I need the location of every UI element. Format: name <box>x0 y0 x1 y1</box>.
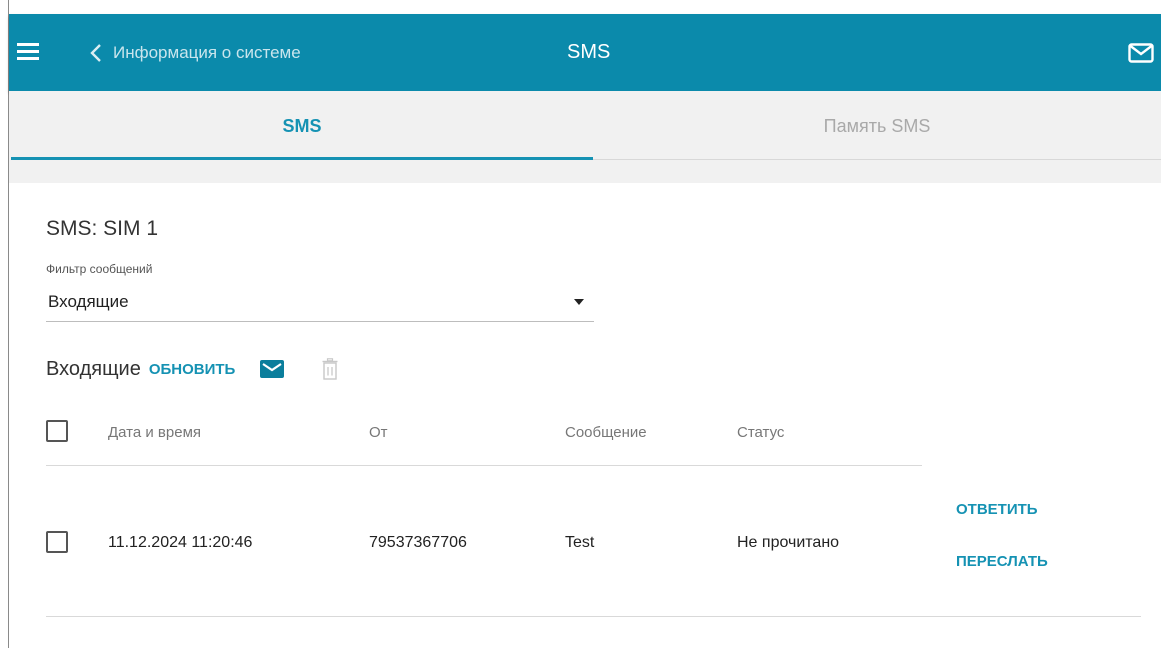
sim-title: SMS: SIM 1 <box>46 217 159 240</box>
inbox-toolbar: Входящие ОБНОВИТЬ <box>46 354 338 384</box>
column-header-status: Статус <box>737 424 785 441</box>
cell-message: Test <box>565 534 595 551</box>
forward-button[interactable]: ПЕРЕСЛАТЬ <box>956 553 1048 570</box>
window-edge <box>0 0 9 648</box>
cell-from: 79537367706 <box>369 534 467 551</box>
column-header-date: Дата и время <box>108 424 202 441</box>
reply-button[interactable]: ОТВЕТИТЬ <box>956 501 1038 518</box>
page-title: SMS <box>567 41 611 63</box>
select-all-checkbox[interactable] <box>46 420 68 442</box>
tabs-bar: SMS Память SMS <box>9 91 1161 183</box>
delete-icon[interactable] <box>322 358 338 380</box>
column-header-from: От <box>369 424 388 441</box>
menu-icon[interactable] <box>17 43 39 61</box>
active-tab-indicator <box>11 157 593 160</box>
main-content: SMS: SIM 1 Фильтр сообщений Входящие Вхо… <box>10 183 1161 648</box>
new-message-icon[interactable] <box>260 360 285 378</box>
refresh-button[interactable]: ОБНОВИТЬ <box>149 361 236 378</box>
filter-label: Фильтр сообщений <box>46 262 153 276</box>
back-link[interactable]: Информация о системе <box>89 38 301 68</box>
cell-date: 11.12.2024 11:20:46 <box>108 534 253 551</box>
mail-icon[interactable] <box>1128 43 1154 63</box>
column-header-message: Сообщение <box>565 424 647 441</box>
dropdown-arrow-icon <box>574 299 584 305</box>
row-checkbox[interactable] <box>46 531 68 553</box>
back-link-label: Информация о системе <box>113 43 301 62</box>
cell-status: Не прочитано <box>737 534 840 551</box>
tab-sms-memory[interactable]: Память SMS <box>593 91 1161 161</box>
tab-sms[interactable]: SMS <box>11 91 593 161</box>
table-header-divider <box>46 465 922 466</box>
app-header: Информация о системе SMS <box>9 14 1161 91</box>
message-filter-select[interactable]: Входящие <box>46 283 594 322</box>
filter-selected-value: Входящие <box>48 292 129 311</box>
table-row-divider <box>46 616 1141 617</box>
tab-divider <box>593 159 1161 160</box>
section-title: Входящие <box>46 357 141 380</box>
chevron-left-icon <box>90 44 101 62</box>
